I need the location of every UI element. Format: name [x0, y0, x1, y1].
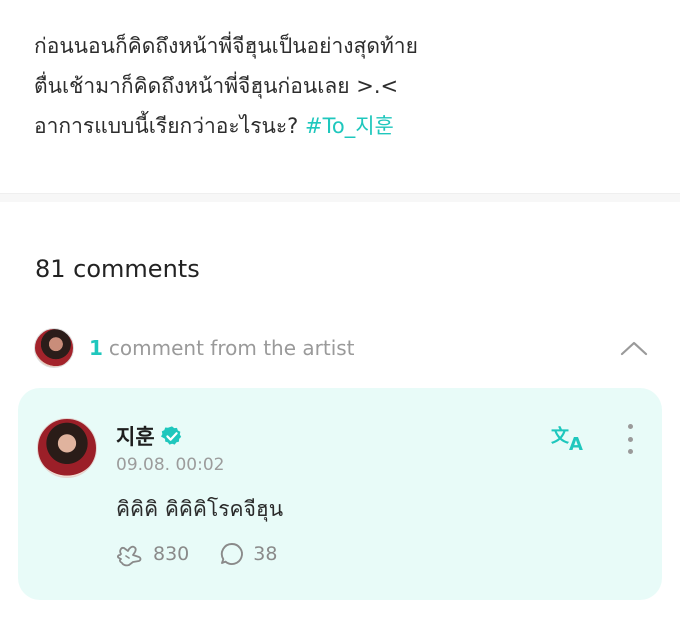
- like-count: 830: [153, 543, 190, 565]
- heart-hands-icon: [117, 545, 142, 567]
- comment-author[interactable]: 지훈: [116, 421, 183, 451]
- post-line-2: ตื่นเช้ามาก็คิดถึงหน้าพี่จีฮุนก่อนเลย >.…: [34, 74, 399, 98]
- post-line-3: อาการแบบนี้เรียกว่าอะไรนะ? #To_지훈: [34, 106, 654, 146]
- post-line-1: ก่อนนอนก็คิดถึงหน้าพี่จีฮุนเป็นอย่างสุดท…: [34, 34, 418, 58]
- artist-comment-card: 지훈 09.08. 00:02 คิคิคิ คิคิคิโรคจีฮุน 83…: [18, 388, 662, 600]
- post-body: ก่อนนอนก็คิดถึงหน้าพี่จีฮุนเป็นอย่างสุดท…: [34, 26, 654, 146]
- more-vertical-icon[interactable]: [621, 424, 639, 454]
- comments-count: 81 comments: [35, 255, 200, 283]
- artist-mini-avatar: [34, 328, 74, 368]
- comment-text: คิคิคิ คิคิคิโรคจีฮุน: [116, 497, 284, 521]
- artist-comments-toggle[interactable]: 1 comment from the artist: [34, 326, 648, 370]
- more-dot: [627, 424, 633, 429]
- post-line-3-text: อาการแบบนี้เรียกว่าอะไรนะ?: [34, 114, 299, 138]
- svg-text:文: 文: [551, 425, 570, 447]
- author-name: 지훈: [116, 425, 155, 449]
- artist-comment-text: comment from the artist: [108, 336, 355, 360]
- verified-badge-icon: [160, 426, 181, 445]
- hashtag-link[interactable]: #To_지훈: [305, 114, 394, 138]
- avatar[interactable]: [37, 418, 97, 478]
- section-divider: [0, 193, 680, 202]
- translate-icon[interactable]: 文 A: [550, 422, 590, 454]
- reply-button[interactable]: 38: [219, 541, 277, 567]
- comment-timestamp: 09.08. 00:02: [116, 455, 225, 475]
- artist-comment-count: 1: [89, 336, 103, 360]
- svg-text:A: A: [569, 434, 583, 454]
- comment-stats: 830 38: [115, 541, 307, 567]
- more-dot: [627, 436, 633, 442]
- reply-count: 38: [253, 543, 278, 565]
- chevron-up-icon[interactable]: [620, 338, 648, 358]
- speech-bubble-icon: [221, 543, 244, 565]
- more-dot: [627, 449, 633, 454]
- like-button[interactable]: 830: [115, 541, 189, 567]
- artist-comments-label: 1 comment from the artist: [89, 336, 355, 360]
